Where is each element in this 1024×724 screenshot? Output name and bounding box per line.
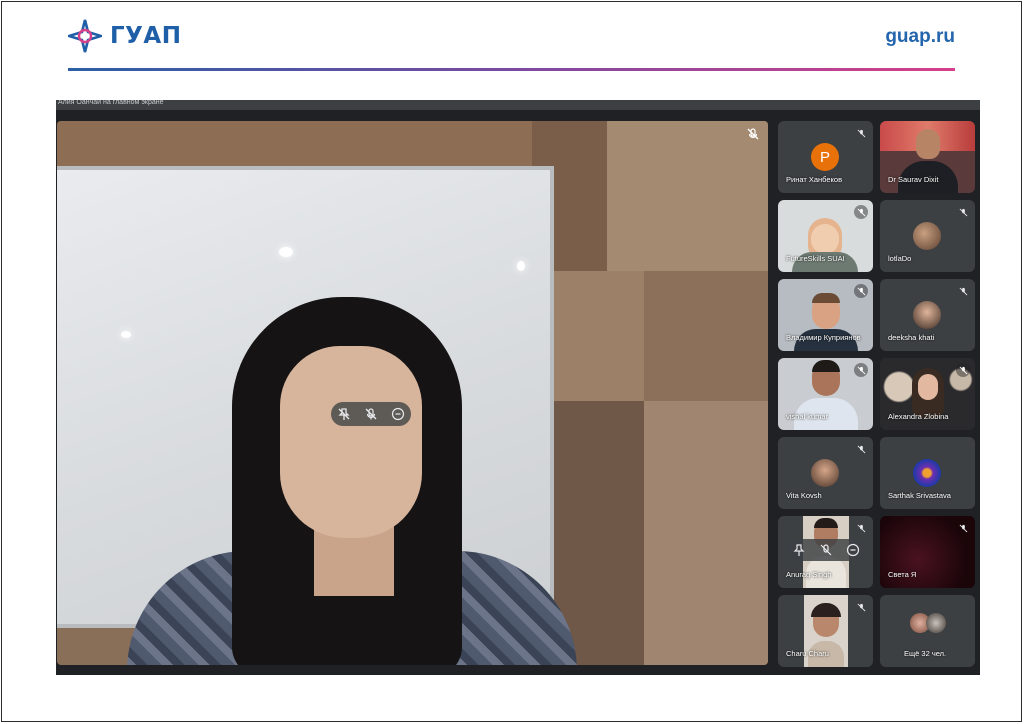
camera-person-face xyxy=(918,374,938,400)
avatar xyxy=(811,459,839,487)
mic-muted-icon xyxy=(956,363,970,377)
avatar xyxy=(913,459,941,487)
mic-muted-icon xyxy=(747,128,759,140)
logo-text: ГУАП xyxy=(110,23,182,49)
participant-name: Charu Charu xyxy=(786,649,829,658)
camera-person-hair xyxy=(812,293,840,303)
participant-tile[interactable]: FutureSkills SUAI xyxy=(778,200,873,272)
avatar: P xyxy=(811,143,839,171)
participant-tile[interactable]: Dr Saurav Dixit xyxy=(880,121,975,193)
mic-off-icon[interactable] xyxy=(819,543,833,557)
main-video-controls xyxy=(331,402,411,426)
participant-name: Vita Kovsh xyxy=(786,491,822,500)
mic-muted-icon xyxy=(854,284,868,298)
wall-panel xyxy=(607,121,768,271)
participant-name: Владимир Куприянов xyxy=(786,333,861,342)
more-participants-tile[interactable]: Ещё 32 чел. xyxy=(880,595,975,667)
participant-tile[interactable]: Владимир Куприянов xyxy=(778,279,873,351)
mic-muted-icon xyxy=(854,442,868,456)
mic-muted-icon xyxy=(854,363,868,377)
mic-muted-icon xyxy=(854,205,868,219)
wall-panel xyxy=(644,271,768,401)
camera-person-hair xyxy=(814,518,838,528)
pin-icon[interactable] xyxy=(792,543,806,557)
wall-panel xyxy=(644,401,768,665)
ceiling-light-reflection xyxy=(121,331,131,338)
guap-emblem-icon xyxy=(68,19,102,53)
participant-name: FutureSkills SUAI xyxy=(786,254,845,263)
participant-tile[interactable]: lotlaDo xyxy=(880,200,975,272)
participant-name: Anurag Singh xyxy=(786,570,832,579)
participant-name: Ринат Ханбеков xyxy=(786,175,843,184)
avatar xyxy=(913,301,941,329)
brand-divider xyxy=(68,68,955,71)
participant-name: Света Я xyxy=(888,570,917,579)
camera-person-head xyxy=(916,129,940,159)
pin-off-icon[interactable] xyxy=(337,407,351,421)
mic-off-icon[interactable] xyxy=(364,407,378,421)
participant-name: lotlaDo xyxy=(888,254,912,263)
mic-muted-icon xyxy=(854,600,868,614)
site-url[interactable]: guap.ru xyxy=(885,26,955,48)
participant-name: Sarthak Srivastava xyxy=(888,491,951,500)
ceiling-light-reflection xyxy=(517,261,525,271)
meeting-topbar: Алия Оанчай на главном экране xyxy=(56,100,980,110)
mic-muted-icon xyxy=(956,284,970,298)
participant-tile[interactable]: vishal kumar xyxy=(778,358,873,430)
main-speaker-video[interactable] xyxy=(57,121,768,665)
mic-muted-icon xyxy=(956,205,970,219)
avatar xyxy=(913,222,941,250)
wall-panel xyxy=(554,271,644,401)
guap-logo: ГУАП xyxy=(68,19,181,53)
camera-person-hair xyxy=(812,360,840,372)
participant-tile[interactable]: Anurag Singh xyxy=(778,516,873,588)
mic-muted-icon xyxy=(956,521,970,535)
mic-muted-icon xyxy=(854,521,868,535)
participant-name: Dr Saurav Dixit xyxy=(888,175,939,184)
participant-name: Alexandra Zlobina xyxy=(888,412,949,421)
participant-tile[interactable]: P Ринат Ханбеков xyxy=(778,121,873,193)
tile-hover-controls xyxy=(786,539,866,561)
participant-tile[interactable]: deeksha khati xyxy=(880,279,975,351)
speaker-face xyxy=(280,346,422,538)
participant-tile[interactable]: Sarthak Srivastava xyxy=(880,437,975,509)
participant-name: vishal kumar xyxy=(786,412,829,421)
more-options-icon[interactable] xyxy=(846,543,860,557)
participant-tile[interactable]: Света Я xyxy=(880,516,975,588)
avatar xyxy=(926,613,946,633)
participant-name: deeksha khati xyxy=(888,333,935,342)
participant-tile[interactable]: Vita Kovsh xyxy=(778,437,873,509)
ceiling-light-reflection xyxy=(279,247,293,257)
more-options-icon[interactable] xyxy=(391,407,405,421)
more-participants-label: Ещё 32 чел. xyxy=(904,649,947,658)
participant-tile[interactable]: Charu Charu xyxy=(778,595,873,667)
participant-tile[interactable]: Alexandra Zlobina xyxy=(880,358,975,430)
video-conference-window: Алия Оанчай на главном экране P Ринат Ха… xyxy=(56,100,980,675)
mic-muted-icon xyxy=(854,126,868,140)
camera-person-face xyxy=(811,224,839,254)
